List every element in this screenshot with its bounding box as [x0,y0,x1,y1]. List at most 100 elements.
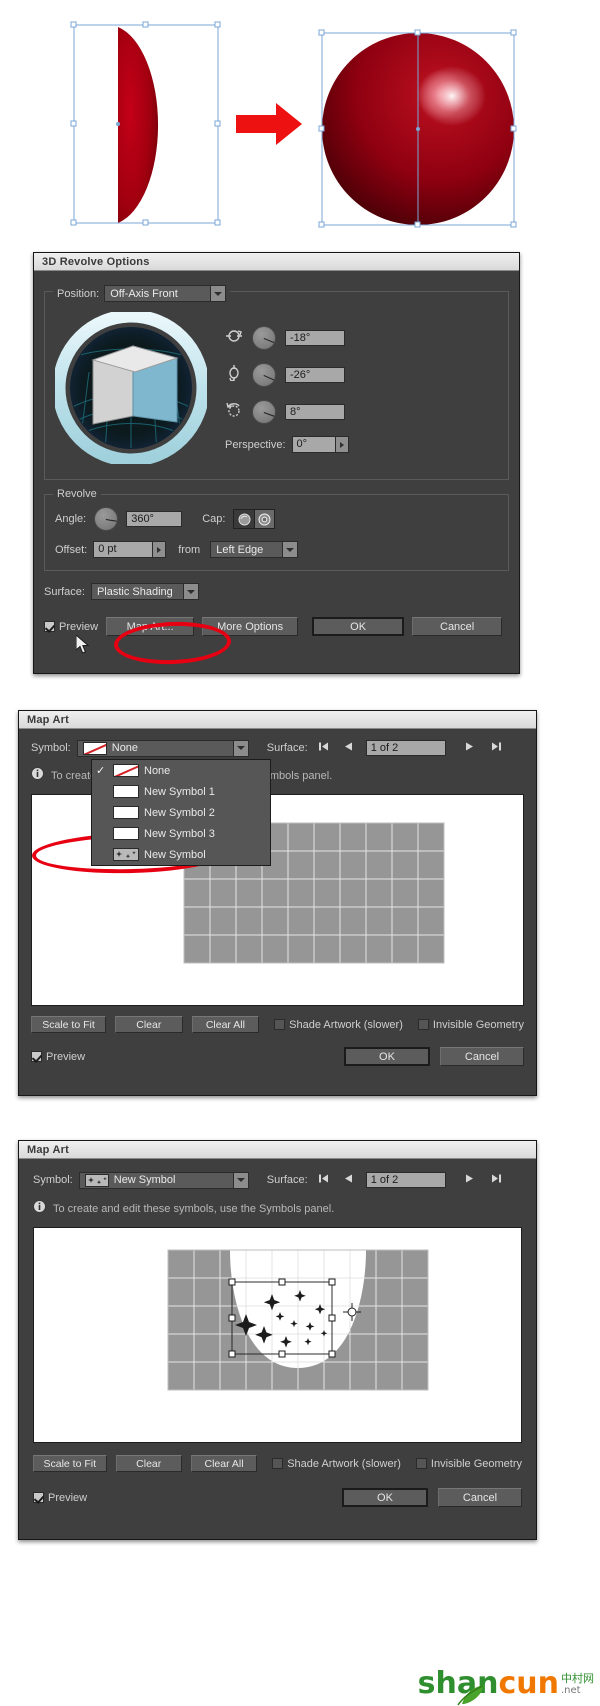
invisible-geometry-label: Invisible Geometry [430,1457,523,1470]
clear-button[interactable]: Clear [114,1016,183,1033]
map-art-canvas[interactable] [33,1227,522,1443]
symbol-select[interactable]: None [76,739,249,757]
checkbox-icon[interactable] [415,1458,427,1469]
dialog-title: Map Art [27,713,69,726]
rotate-z-row: 8° [225,400,498,424]
checkbox-icon[interactable] [31,1051,42,1062]
ok-button[interactable]: OK [344,1047,430,1066]
first-surface-icon[interactable] [318,739,329,757]
first-surface-icon[interactable] [318,1171,329,1189]
watermark-net: .net [561,1685,581,1696]
shade-artwork-label: Shade Artwork (slower) [289,1018,403,1031]
preview-checkbox[interactable]: Preview [31,1051,85,1063]
perspective-popup-icon[interactable] [334,437,348,452]
chevron-down-icon[interactable] [210,286,226,301]
position-select[interactable]: Off-Axis Front [104,285,227,302]
dialog-titlebar: Map Art [19,711,536,729]
cancel-button[interactable]: Cancel [440,1047,524,1066]
left-center-point [116,122,120,126]
rotate-y-dial[interactable] [252,363,276,387]
offset-popup-icon[interactable] [152,542,166,557]
ok-button[interactable]: OK [342,1488,428,1507]
invisible-geometry-checkbox[interactable]: Invisible Geometry [415,1457,523,1470]
dropdown-item-label: New Symbol [144,848,206,861]
scale-to-fit-button[interactable]: Scale to Fit [33,1455,107,1472]
preview-checkbox[interactable]: Preview [44,621,98,633]
position-label: Position: [57,287,100,300]
dropdown-item-new-symbol[interactable]: New Symbol [92,844,270,865]
rotate-x-row: -18° [225,326,498,350]
next-surface-icon[interactable] [465,739,474,757]
surface-index-input[interactable]: 1 of 2 [365,740,446,756]
dropdown-item-label: New Symbol 3 [144,827,215,840]
checkbox-icon[interactable] [274,1019,286,1030]
cap-off-icon[interactable] [254,510,275,528]
angle-dial[interactable] [94,507,119,531]
ok-button[interactable]: OK [312,617,405,636]
cap-toggle-group[interactable] [233,509,276,529]
offset-from-select[interactable]: Left Edge [210,541,299,558]
angle-row: Angle: 360° Cap: [55,507,498,531]
checkbox-icon[interactable] [44,621,55,632]
symbol-dropdown-list[interactable]: ✓ None New Symbol 1 New Symbol 2 New Sym… [91,759,271,866]
cap-on-icon[interactable] [234,510,255,528]
offset-stepper[interactable]: 0 pt [93,541,167,558]
cancel-button[interactable]: Cancel [438,1488,522,1507]
position-legend: Position: Off-Axis Front [53,285,231,302]
clear-all-button[interactable]: Clear All [190,1455,258,1472]
last-surface-icon[interactable] [491,1171,502,1189]
dropdown-item-none[interactable]: ✓ None [92,760,270,781]
rotate-y-input[interactable]: -26° [285,367,345,383]
clear-button[interactable]: Clear [115,1455,182,1472]
angle-input[interactable]: 360° [126,511,183,527]
map-art-dialog-open[interactable]: Map Art Symbol: None Surface: 1 of 2 To … [18,710,537,1096]
rotate-y-axis-icon [225,364,243,386]
chevron-down-icon[interactable] [182,584,198,599]
rotate-x-dial[interactable] [252,326,276,350]
rotate-z-dial[interactable] [252,400,276,424]
checkbox-icon[interactable] [417,1019,429,1030]
invisible-geometry-checkbox[interactable]: Invisible Geometry [417,1019,524,1031]
previous-surface-icon[interactable] [344,739,353,757]
symbol-label: Symbol: [31,742,71,754]
symbol-select[interactable]: New Symbol [78,1171,249,1189]
dropdown-item-new-symbol-1[interactable]: New Symbol 1 [92,781,270,802]
rotate-z-input[interactable]: 8° [285,404,345,420]
more-options-button[interactable]: More Options [202,617,299,636]
chevron-down-icon[interactable] [232,740,248,756]
checkbox-icon[interactable] [272,1458,284,1469]
shade-artwork-checkbox[interactable]: Shade Artwork (slower) [272,1458,401,1470]
rotate-y-row: -26° [225,363,498,387]
map-art-dialog-applied[interactable]: Map Art Symbol: New Symbol Surface: 1 of… [18,1140,537,1540]
preview-checkbox[interactable]: Preview [33,1492,87,1504]
position-cube-widget[interactable] [52,309,210,469]
map-art-button[interactable]: Map Art... [106,617,195,636]
last-surface-icon[interactable] [491,739,502,757]
previous-surface-icon[interactable] [344,1171,353,1189]
position-group: Position: Off-Axis Front -18° -26° 8° Pe… [44,285,509,480]
3d-revolve-options-dialog[interactable]: 3D Revolve Options Position: Off-Axis Fr… [33,252,520,674]
checkbox-icon[interactable] [33,1492,44,1503]
rotate-x-input[interactable]: -18° [285,330,345,346]
symbol-select-value: New Symbol [113,1174,176,1186]
revolve-legend: Revolve [53,488,101,500]
dropdown-item-label: New Symbol 2 [144,806,215,819]
surface-select-value: Plastic Shading [96,585,173,598]
offset-input[interactable]: 0 pt [94,542,153,557]
surface-index-input[interactable]: 1 of 2 [365,1172,446,1188]
chevron-down-icon[interactable] [282,542,298,557]
cancel-button[interactable]: Cancel [412,617,503,636]
perspective-row: Perspective: 0° [225,436,498,453]
offset-row: Offset: 0 pt from Left Edge [55,541,498,558]
perspective-input[interactable]: 0° [292,437,335,452]
shade-artwork-checkbox[interactable]: Shade Artwork (slower) [274,1019,403,1031]
chevron-down-icon[interactable] [232,1172,248,1188]
next-surface-icon[interactable] [465,1171,474,1189]
dropdown-item-new-symbol-2[interactable]: New Symbol 2 [92,802,270,823]
position-select-value: Off-Axis Front [110,287,178,300]
surface-select[interactable]: Plastic Shading [90,583,199,600]
perspective-stepper[interactable]: 0° [291,436,349,453]
clear-all-button[interactable]: Clear All [191,1016,260,1033]
scale-to-fit-button[interactable]: Scale to Fit [31,1016,106,1033]
dropdown-item-new-symbol-3[interactable]: New Symbol 3 [92,823,270,844]
